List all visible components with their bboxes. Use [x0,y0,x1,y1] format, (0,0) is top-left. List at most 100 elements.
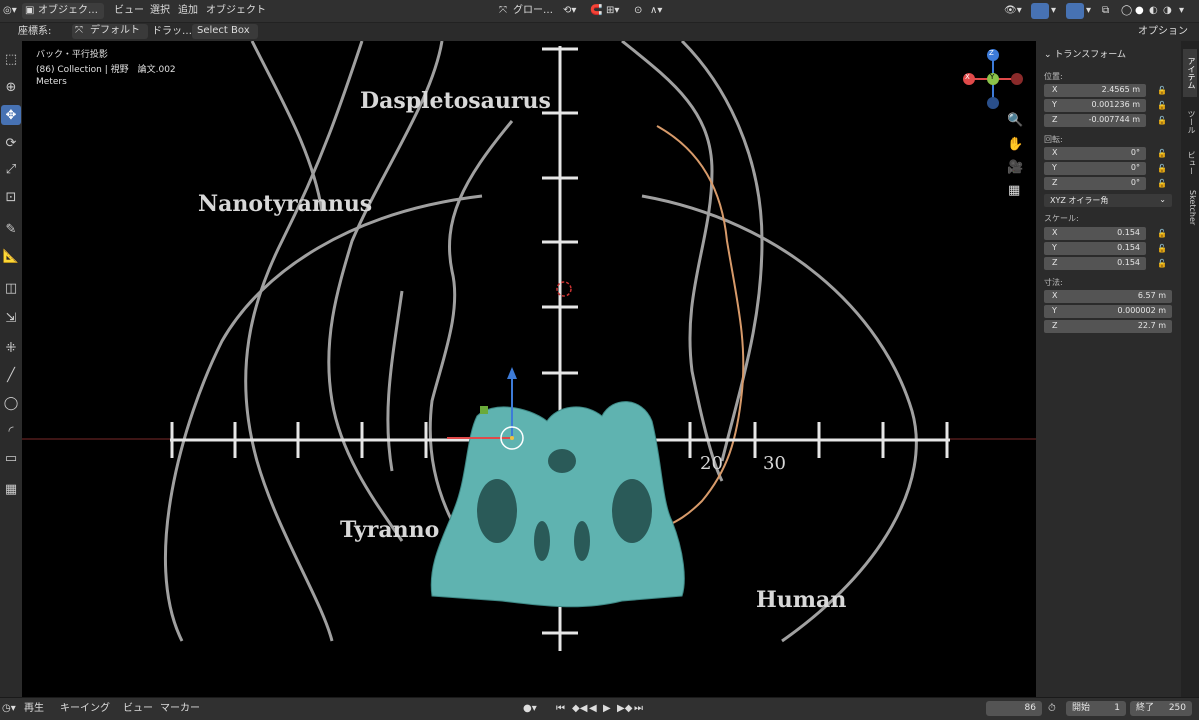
grid-icon[interactable]: ▦ [1,479,21,499]
location-y-field[interactable]: Y 0.001236 m [1044,99,1146,112]
jump-end-icon[interactable]: ⏭ [634,702,643,716]
solid-shading-icon[interactable]: ● [1135,4,1144,18]
rotation-mode-dropdown[interactable]: XYZ オイラー角 ⌄ [1044,194,1172,207]
point-icon[interactable]: ⁜ [1,338,21,358]
rendered-shading-icon[interactable]: ◑ [1163,4,1172,18]
menu-view[interactable]: ビュー [114,4,144,18]
line-icon[interactable]: ╱ [1,365,21,385]
snap-icon[interactable]: 🧲 [590,4,602,18]
current-frame-field[interactable]: 86 [986,701,1042,716]
lock-icon[interactable]: 🔓 [1157,179,1167,189]
cursor-icon[interactable]: ⊕ [1,77,21,97]
select-mode-dropdown[interactable]: Select Box [192,24,258,39]
menu-object[interactable]: オブジェクト [206,4,266,18]
3d-viewport[interactable]: バック・平行投影 (86) Collection | 視野 論文.002 Met… [22,41,1036,697]
start-frame-field[interactable]: 開始 1 [1066,701,1126,716]
scale-y-field[interactable]: Y 0.154 [1044,242,1146,255]
reference-image [22,41,1036,651]
gizmo-y-label[interactable]: Y [990,73,994,81]
rotate-icon[interactable]: ⟳ [1,133,21,153]
tab-view[interactable]: ビュー [1183,145,1197,181]
measure-icon[interactable]: 📐 [1,246,21,266]
tool-shelf: ⬚ ⊕ ✥ ⟳ ⤢ ⊡ ✎ 📐 ◫ ⇲ ⁜ ╱ ◯ ◜ ▭ ▦ [0,41,22,697]
xray-icon[interactable]: ⧉ [1102,4,1109,18]
dimension-x-field[interactable]: X 6.57 m [1044,290,1172,303]
circle-icon[interactable]: ◯ [1,393,21,413]
camera-icon[interactable]: 🎥 [1007,160,1023,175]
ortho-grid-icon[interactable]: ▦ [1008,183,1020,198]
timeline-view-menu[interactable]: ビュー [123,702,153,716]
location-z-field[interactable]: Z -0.007744 m [1044,114,1146,127]
dimension-z-field[interactable]: Z 22.7 m [1044,320,1172,333]
playback-menu[interactable]: 再生 [24,702,44,716]
extrude-icon[interactable]: ⇲ [1,308,21,328]
material-shading-icon[interactable]: ◐ [1149,4,1158,18]
viewport-header: ◎▾ ▣ オブジェク… ビュー 選択 追加 オブジェクト ⤧ グロー… ⟲▾ 🧲… [0,0,1199,23]
lock-icon[interactable]: 🔓 [1157,149,1167,159]
shading-dropdown-icon[interactable]: ▾ [1179,4,1184,18]
zoom-icon[interactable]: 🔍 [1007,113,1023,128]
overlay-toggle-icon[interactable] [1066,3,1084,19]
lock-icon[interactable]: 🔓 [1157,101,1167,111]
location-x-field[interactable]: X 2.4565 m [1044,84,1146,97]
scale-z-field[interactable]: Z 0.154 [1044,257,1146,270]
rotation-z-field[interactable]: Z 0° [1044,177,1146,190]
snap-target-icon[interactable]: ⊞▾ [606,4,619,18]
add-cube-icon[interactable]: ◫ [1,278,21,298]
mode-dropdown[interactable]: ▣ オブジェク… [22,3,104,19]
lock-icon[interactable]: 🔓 [1157,116,1167,126]
prev-keyframe-icon[interactable]: ◆◀ [572,702,587,716]
field-value: 22.7 m [1137,321,1166,330]
falloff-icon[interactable]: ∧▾ [650,4,662,18]
tab-item[interactable]: アイテム [1183,49,1197,97]
orientation-dropdown[interactable]: ⤧ デフォルト [72,24,148,39]
editor-type-icon[interactable]: ◎▾ [3,4,17,18]
transform-orientation-dropdown[interactable]: グロー… [513,4,553,18]
proportional-edit-icon[interactable]: ⊙ [634,4,642,18]
select-box-icon[interactable]: ⬚ [1,49,21,69]
lock-icon[interactable]: 🔓 [1157,229,1167,239]
transform-orientation-icon: ⤧ [499,5,507,16]
next-keyframe-icon[interactable]: ▶◆ [617,702,632,716]
scale-icon[interactable]: ⤢ [1,159,21,179]
lock-icon[interactable]: 🔓 [1157,164,1167,174]
transform-icon[interactable]: ⊡ [1,187,21,207]
move-icon[interactable]: ✥ [1,105,21,125]
play-reverse-icon[interactable]: ◀ [589,702,597,716]
jump-start-icon[interactable]: ⏮ [556,702,565,716]
dimension-y-field[interactable]: Y 0.000002 m [1044,305,1172,318]
transform-panel-header[interactable]: ⌄ トランスフォーム [1044,47,1126,60]
lock-icon[interactable]: 🔓 [1157,259,1167,269]
visibility-icon[interactable]: 👁▾ [1004,4,1022,18]
pivot-icon[interactable]: ⟲▾ [563,4,576,18]
record-icon[interactable]: ●▾ [523,702,537,716]
collection-info: (86) Collection | 視野 論文.002 [36,65,176,75]
menu-add[interactable]: 追加 [178,4,198,18]
tab-sketcher[interactable]: Sketcher [1183,185,1197,231]
overlay-dropdown-icon[interactable]: ▾ [1086,4,1091,18]
rotation-y-field[interactable]: Y 0° [1044,162,1146,175]
rotation-x-field[interactable]: X 0° [1044,147,1146,160]
lock-icon[interactable]: 🔓 [1157,244,1167,254]
menu-select[interactable]: 選択 [150,4,170,18]
pan-hand-icon[interactable]: ✋ [1007,137,1023,152]
tab-tool[interactable]: ツール [1183,103,1197,141]
keying-menu[interactable]: キーイング [60,702,110,716]
gizmo-dropdown-icon[interactable]: ▾ [1051,4,1056,18]
play-icon[interactable]: ▶ [603,702,611,716]
marker-menu[interactable]: マーカー [160,702,200,716]
scale-x-field[interactable]: X 0.154 [1044,227,1146,240]
wireframe-shading-icon[interactable]: ◯ [1121,4,1132,18]
options-dropdown[interactable]: オプション [1138,25,1188,39]
axis-label: X [1052,291,1058,300]
gizmo-toggle-icon[interactable] [1031,3,1049,19]
gizmo-z-label[interactable]: Z [989,49,994,57]
end-frame-field[interactable]: 終了 250 [1130,701,1192,716]
annotate-icon[interactable]: ✎ [1,219,21,239]
gizmo-x-label[interactable]: X [965,73,970,81]
rectangle-icon[interactable]: ▭ [1,448,21,468]
arc-icon[interactable]: ◜ [1,421,21,441]
timeline-editor-icon[interactable]: ◷▾ [2,702,16,716]
stopwatch-icon[interactable]: ⏱ [1048,702,1056,716]
lock-icon[interactable]: 🔓 [1157,86,1167,96]
